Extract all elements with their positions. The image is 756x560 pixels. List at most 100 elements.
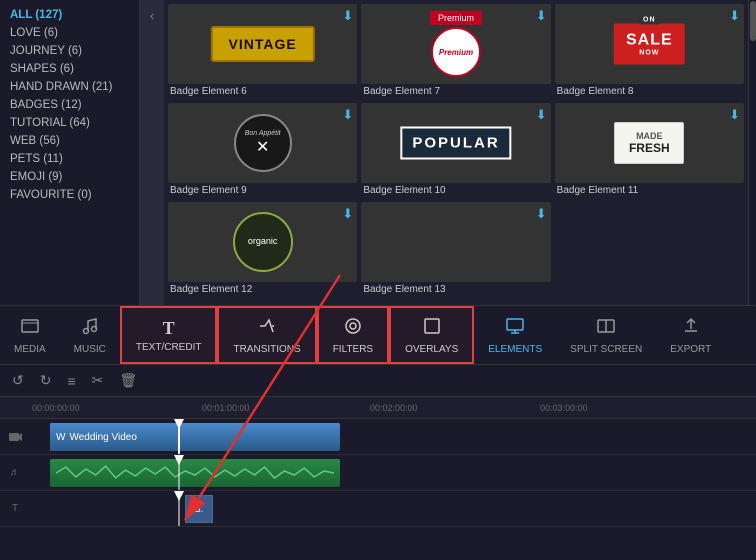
- download-icon[interactable]: ⬇: [342, 107, 353, 123]
- sidebar-item-love[interactable]: LOVE (6): [0, 24, 139, 42]
- time-mark-3: 00:03:00:00: [540, 403, 588, 413]
- main-video-clip[interactable]: W Wedding Video: [50, 423, 340, 451]
- toolbar: MEDIA MUSIC T TEXT/CREDIT TRANSITIONS FI…: [0, 305, 756, 365]
- item-label: Badge Element 6: [168, 84, 357, 99]
- download-icon[interactable]: ⬇: [536, 107, 547, 123]
- download-icon[interactable]: ⬇: [729, 107, 740, 123]
- sidebar-collapse-button[interactable]: ‹: [140, 0, 164, 305]
- badge-popular: POPULAR: [400, 127, 511, 160]
- ruler-labels: 00:00:00:00 00:01:00:00 00:02:00:00 00:0…: [30, 397, 756, 418]
- list-item[interactable]: ⬇ Badge Element 13: [361, 202, 550, 297]
- sidebar-item-journey[interactable]: JOURNEY (6): [0, 42, 139, 60]
- badge-sale: ON SALE NOW: [614, 24, 685, 65]
- audio-track: ♬: [0, 455, 756, 491]
- split-screen-icon: [596, 316, 616, 341]
- sidebar-item-badges[interactable]: BADGES (12): [0, 96, 139, 114]
- thumbnail-8: ⬇ ON SALE NOW: [555, 4, 744, 84]
- sidebar-item-shapes[interactable]: SHAPES (6): [0, 60, 139, 78]
- item-label: Badge Element 7: [361, 84, 550, 99]
- toolbar-text-credit[interactable]: T TEXT/CREDIT: [120, 306, 218, 364]
- main-content-area: ALL (127) LOVE (6) JOURNEY (6) SHAPES (6…: [0, 0, 756, 305]
- music-label: MUSIC: [74, 344, 106, 355]
- timeline-content: 00:00:00:00 00:01:00:00 00:02:00:00 00:0…: [0, 397, 756, 560]
- undo-button[interactable]: ↺: [8, 370, 28, 391]
- toolbar-elements[interactable]: ELEMENTS: [474, 306, 556, 364]
- thumbnail-11: ⬇ MADE FRESH: [555, 103, 744, 183]
- clip-label: Wedding Video: [69, 432, 136, 443]
- overlay-lane: B.: [30, 491, 756, 526]
- filters-label: FILTERS: [333, 344, 373, 355]
- redo-button[interactable]: ↻: [36, 370, 56, 391]
- playhead-overlay: [178, 491, 180, 526]
- track-icon-overlay: T: [0, 503, 30, 514]
- timeline: ↺ ↻ ≡ ✂ 🗑 00:00:00:00 00:01:00:00 00:02:…: [0, 365, 756, 560]
- grid-container: ⬇ VINTAGE Badge Element 6 ⬇ Premium Prem…: [168, 4, 744, 297]
- badge-premium: Premium Premium: [430, 11, 482, 77]
- toolbar-media[interactable]: MEDIA: [0, 306, 60, 364]
- thumbnail-6: ⬇ VINTAGE: [168, 4, 357, 84]
- audio-lane: [30, 455, 756, 490]
- elements-grid: ⬇ VINTAGE Badge Element 6 ⬇ Premium Prem…: [164, 0, 748, 305]
- item-label: Badge Element 11: [555, 183, 744, 198]
- sidebar-item-hand-drawn[interactable]: HAND DRAWN (21): [0, 78, 139, 96]
- media-icon: [20, 316, 40, 341]
- elements-icon: [505, 316, 525, 341]
- text-icon: T: [163, 318, 175, 339]
- download-icon[interactable]: ⬇: [342, 8, 353, 24]
- toolbar-export[interactable]: EXPORT: [656, 306, 725, 364]
- track-button[interactable]: ≡: [63, 371, 79, 391]
- sidebar-item-pets[interactable]: PETS (11): [0, 150, 139, 168]
- timeline-controls: ↺ ↻ ≡ ✂ 🗑: [0, 365, 756, 397]
- overlays-label: OVERLAYS: [405, 344, 458, 355]
- scrollbar-thumb[interactable]: [750, 1, 756, 41]
- badge-bon-appetit: Bon Appétit ✕: [234, 114, 292, 172]
- filters-icon: [343, 316, 363, 341]
- sidebar-item-favourite[interactable]: FAVOURITE (0): [0, 186, 139, 204]
- category-sidebar: ALL (127) LOVE (6) JOURNEY (6) SHAPES (6…: [0, 0, 140, 305]
- time-ruler: 00:00:00:00 00:01:00:00 00:02:00:00 00:0…: [0, 397, 756, 419]
- toolbar-transitions[interactable]: TRANSITIONS: [217, 306, 316, 364]
- item-label: Badge Element 9: [168, 183, 357, 198]
- time-mark-2: 00:02:00:00: [370, 403, 418, 413]
- badge-vintage: VINTAGE: [211, 26, 315, 62]
- transitions-icon: [257, 316, 277, 341]
- sidebar-item-all[interactable]: ALL (127): [0, 6, 139, 24]
- toolbar-split-screen[interactable]: SPLIT SCREEN: [556, 306, 656, 364]
- list-item[interactable]: ⬇ VINTAGE Badge Element 6: [168, 4, 357, 99]
- toolbar-music[interactable]: MUSIC: [60, 306, 120, 364]
- list-item[interactable]: ⬇ organic Badge Element 12: [168, 202, 357, 297]
- sidebar-item-emoji[interactable]: EMOJI (9): [0, 168, 139, 186]
- list-item[interactable]: ⬇ Bon Appétit ✕ Badge Element 9: [168, 103, 357, 198]
- tracks-container: W Wedding Video ♬: [0, 419, 756, 527]
- list-item[interactable]: ⬇ Premium Premium Badge Element 7: [361, 4, 550, 99]
- list-item[interactable]: ⬇ ON SALE NOW Badge Element 8: [555, 4, 744, 99]
- transitions-label: TRANSITIONS: [233, 344, 300, 355]
- toolbar-filters[interactable]: FILTERS: [317, 306, 389, 364]
- download-icon[interactable]: ⬇: [342, 206, 353, 222]
- track-icon-video: [0, 430, 30, 444]
- download-icon[interactable]: ⬇: [536, 8, 547, 24]
- scrollbar-track[interactable]: [748, 0, 756, 305]
- download-icon[interactable]: ⬇: [729, 8, 740, 24]
- chevron-left-icon: ‹: [150, 8, 154, 23]
- cut-button[interactable]: ✂: [88, 370, 108, 391]
- toolbar-overlays[interactable]: OVERLAYS: [389, 306, 474, 364]
- thumbnail-9: ⬇ Bon Appétit ✕: [168, 103, 357, 183]
- small-clip-label: B.: [195, 504, 204, 514]
- small-clip[interactable]: B.: [185, 495, 213, 523]
- thumbnail-12: ⬇ organic: [168, 202, 357, 282]
- audio-clip[interactable]: [50, 459, 340, 487]
- sidebar-item-web[interactable]: WEB (56): [0, 132, 139, 150]
- list-item[interactable]: ⬇ MADE FRESH Badge Element 11: [555, 103, 744, 198]
- playhead[interactable]: [178, 419, 180, 454]
- media-label: MEDIA: [14, 344, 46, 355]
- thumbnail-10: ⬇ POPULAR: [361, 103, 550, 183]
- time-mark-1: 00:01:00:00: [202, 403, 250, 413]
- sidebar-item-tutorial[interactable]: TUTORIAL (64): [0, 114, 139, 132]
- download-icon[interactable]: ⬇: [536, 206, 547, 222]
- list-item[interactable]: ⬇ POPULAR Badge Element 10: [361, 103, 550, 198]
- elements-label: ELEMENTS: [488, 344, 542, 355]
- delete-button[interactable]: 🗑: [115, 370, 141, 391]
- video-lane: W Wedding Video: [30, 419, 756, 454]
- badge-organic: organic: [233, 212, 293, 272]
